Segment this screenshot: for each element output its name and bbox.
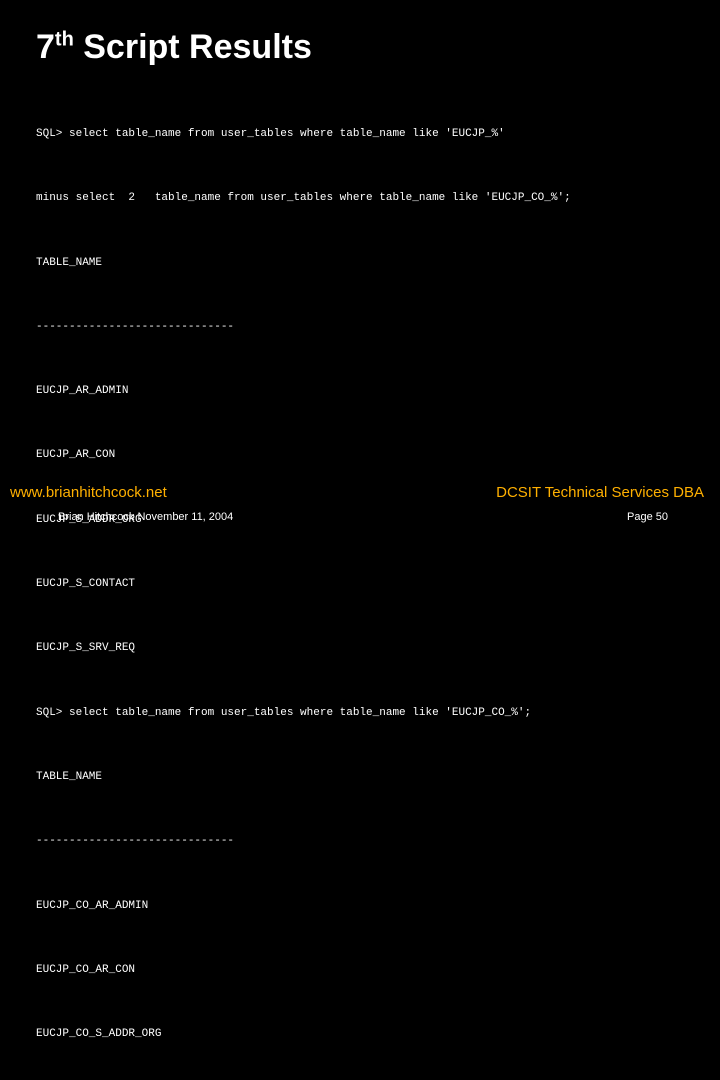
code-line: SQL> select table_name from user_tables …	[36, 124, 720, 145]
code-line: TABLE_NAME	[36, 767, 720, 788]
code-line: EUCJP_AR_CON	[36, 445, 720, 466]
footer: www.brianhitchcock.net DCSIT Technical S…	[0, 484, 720, 540]
code-line: EUCJP_AR_ADMIN	[36, 381, 720, 402]
footer-author-date: Brian Hitchcock November 11, 2004	[58, 511, 233, 523]
code-line: EUCJP_CO_AR_CON	[36, 960, 720, 981]
title-ordinal: 7	[36, 28, 55, 66]
slide-title: 7th Script Results	[0, 0, 720, 77]
code-line: ------------------------------	[36, 831, 720, 852]
footer-bottom: Brian Hitchcock November 11, 2004 Page 5…	[0, 501, 720, 523]
code-line: SQL> select table_name from user_tables …	[36, 703, 720, 724]
code-line: EUCJP_CO_S_ADDR_ORG	[36, 1024, 720, 1045]
footer-page: Page 50	[627, 511, 668, 523]
code-line: EUCJP_CO_AR_ADMIN	[36, 896, 720, 917]
title-rest: Script Results	[74, 28, 312, 66]
code-line: EUCJP_S_CONTACT	[36, 574, 720, 595]
slide: 7th Script Results SQL> select table_nam…	[0, 0, 720, 540]
footer-top: www.brianhitchcock.net DCSIT Technical S…	[0, 484, 720, 501]
code-line: TABLE_NAME	[36, 253, 720, 274]
title-suffix: th	[55, 29, 74, 51]
code-block: SQL> select table_name from user_tables …	[0, 77, 720, 1080]
code-line: minus select 2 table_name from user_tabl…	[36, 188, 720, 209]
footer-url: www.brianhitchcock.net	[10, 484, 167, 501]
footer-org: DCSIT Technical Services DBA	[496, 484, 704, 501]
code-line: ------------------------------	[36, 317, 720, 338]
code-line: EUCJP_S_SRV_REQ	[36, 638, 720, 659]
